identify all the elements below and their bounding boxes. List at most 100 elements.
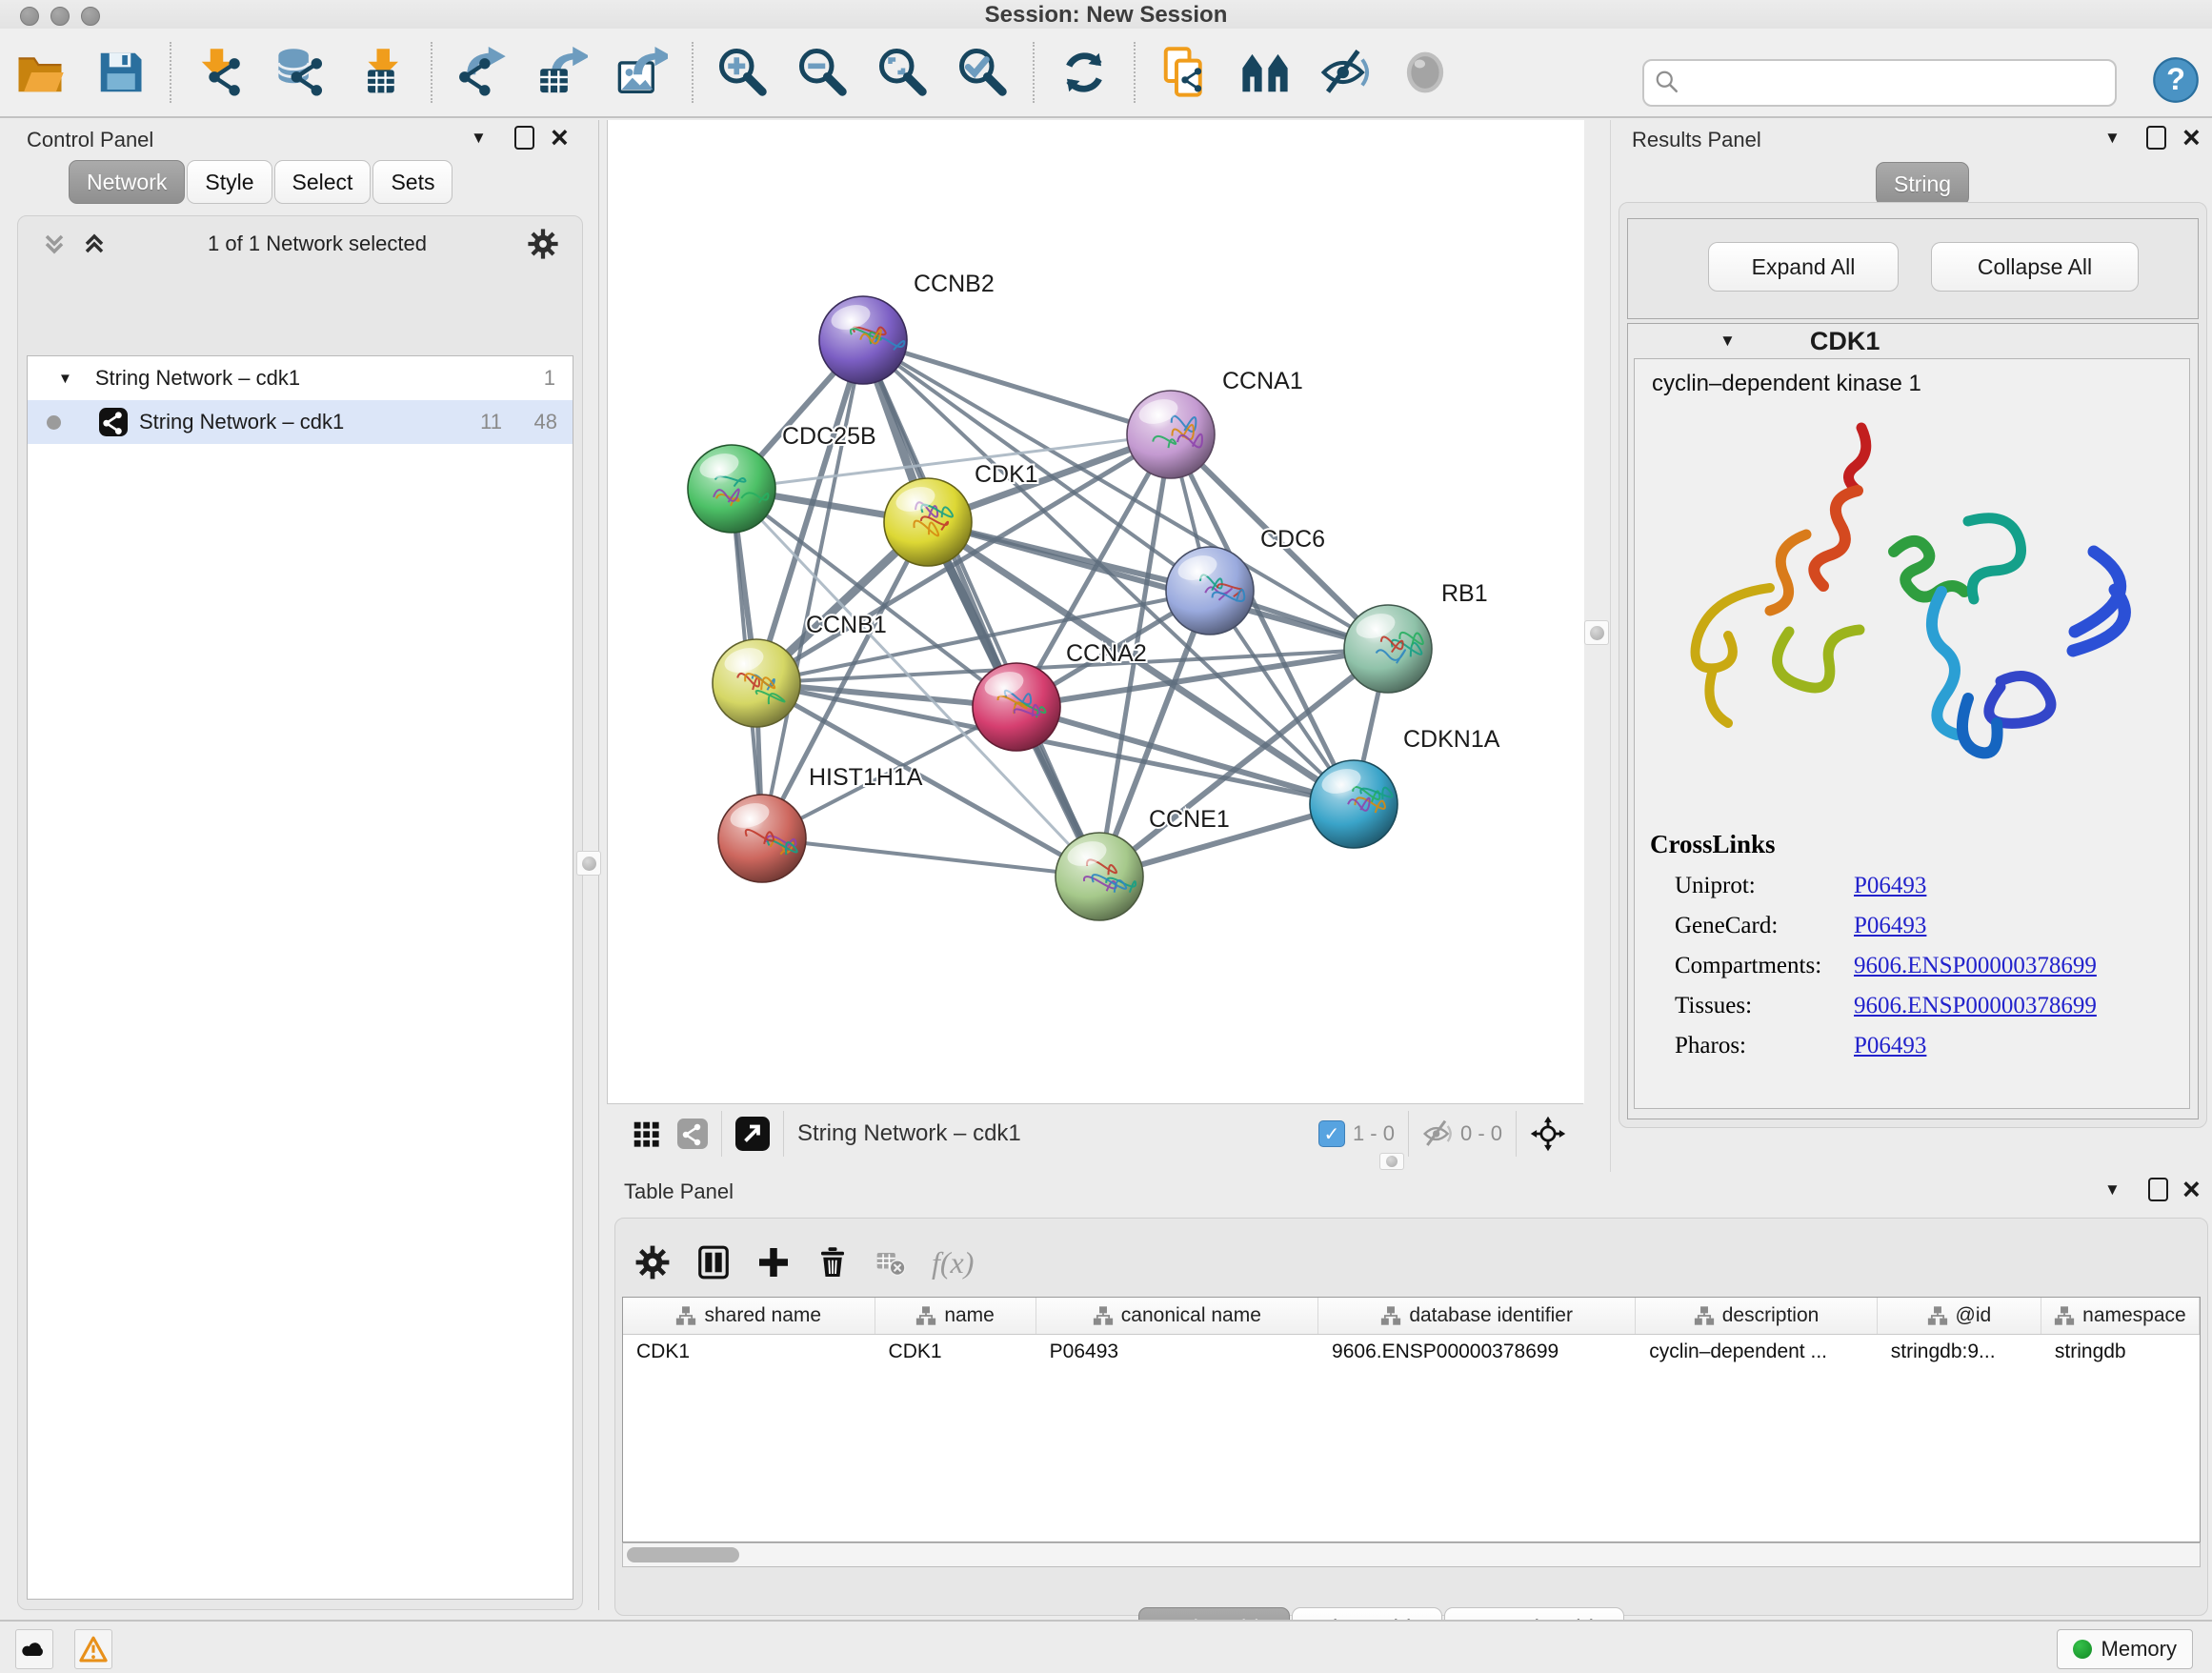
import-network-file-button[interactable]: [192, 42, 250, 103]
panel-menu-icon[interactable]: ▼: [2104, 129, 2121, 148]
table-cell[interactable]: 9606.ENSP00000378699: [1318, 1340, 1636, 1363]
open-session-button[interactable]: [11, 42, 69, 103]
node-CDC6[interactable]: [1166, 547, 1254, 635]
panel-close-icon[interactable]: ×: [2182, 1179, 2201, 1199]
table-cell[interactable]: cyclin–dependent ...: [1636, 1340, 1878, 1363]
crosslink-link[interactable]: 9606.ENSP00000378699: [1854, 953, 2097, 979]
collapse-all-chevron-icon[interactable]: [41, 231, 68, 257]
column-header-namespace[interactable]: namespace: [2041, 1298, 2200, 1334]
birdseye-share-icon[interactable]: [677, 1119, 708, 1149]
tab-select[interactable]: Select: [274, 160, 372, 204]
fit-crosshair-icon[interactable]: [1530, 1116, 1566, 1152]
network-graph[interactable]: CCNB2CCNA1CDC25BCDK1CDC6RB1CCNB1CCNA2CDK…: [608, 120, 1584, 1103]
expand-all-button[interactable]: Expand All: [1708, 242, 1899, 292]
table-cell[interactable]: P06493: [1036, 1340, 1318, 1363]
toolbar-divider: [1033, 42, 1035, 103]
gene-section-header[interactable]: ▼ CDK1: [1628, 324, 2198, 358]
zoom-selected-button[interactable]: [955, 42, 1012, 103]
apply-layout-button[interactable]: [1056, 42, 1113, 103]
search-input[interactable]: [1692, 70, 2115, 96]
crosslink-link[interactable]: 9606.ENSP00000378699: [1854, 993, 2097, 1019]
panel-menu-icon[interactable]: ▼: [2104, 1180, 2121, 1199]
crosslinks-heading: CrossLinks: [1650, 830, 2097, 859]
collapse-all-button[interactable]: Collapse All: [1931, 242, 2139, 292]
node-CDKN1A[interactable]: [1310, 760, 1398, 848]
add-column-icon[interactable]: [756, 1245, 791, 1280]
table-row[interactable]: CDK1CDK1P064939606.ENSP00000378699cyclin…: [623, 1335, 2200, 1369]
column-header-description[interactable]: description: [1636, 1298, 1878, 1334]
hide-selected-button[interactable]: [1317, 42, 1374, 103]
panel-menu-icon[interactable]: ▼: [471, 129, 487, 148]
scrollbar-thumb[interactable]: [627, 1547, 739, 1562]
table-cell[interactable]: stringdb: [2041, 1340, 2200, 1363]
edge-CCNE1-HIST1H1A[interactable]: [762, 838, 1099, 877]
clone-network-button[interactable]: [1156, 42, 1214, 103]
crosslink-label: GeneCard:: [1675, 913, 1854, 939]
network-options-gear-icon[interactable]: [527, 228, 559, 260]
panel-float-icon[interactable]: [514, 126, 534, 150]
node-HIST1H1A[interactable]: [718, 795, 806, 882]
table-cell[interactable]: CDK1: [623, 1340, 875, 1363]
column-header-canonical-name[interactable]: canonical name: [1036, 1298, 1318, 1334]
grid-view-icon[interactable]: [632, 1119, 660, 1148]
bottom-splitter-grip[interactable]: [1379, 1153, 1404, 1170]
selected-nodes-checkbox[interactable]: ✓: [1318, 1120, 1345, 1147]
tab-network[interactable]: Network: [69, 160, 185, 204]
first-neighbors-button[interactable]: [1237, 42, 1294, 103]
delete-column-icon[interactable]: [815, 1245, 850, 1280]
memory-button[interactable]: Memory: [2057, 1629, 2193, 1669]
panel-close-icon[interactable]: ×: [551, 128, 569, 147]
column-header-shared-name[interactable]: shared name: [623, 1298, 875, 1334]
table-cell[interactable]: CDK1: [875, 1340, 1036, 1363]
network-canvas[interactable]: CCNB2CCNA1CDC25BCDK1CDC6RB1CCNB1CCNA2CDK…: [607, 120, 1584, 1103]
tree-expand-icon[interactable]: ▼: [58, 371, 72, 387]
table-hscrollbar[interactable]: [622, 1542, 2201, 1567]
tab-sets[interactable]: Sets: [372, 160, 452, 204]
crosslink-link[interactable]: P06493: [1854, 1033, 1926, 1059]
node-CDK1[interactable]: [884, 478, 972, 566]
import-table-file-button[interactable]: [352, 42, 410, 103]
node-label-CCNE1: CCNE1: [1149, 806, 1230, 833]
crosslink-link[interactable]: P06493: [1854, 913, 1926, 939]
expand-all-chevron-icon[interactable]: [81, 231, 108, 257]
open-in-window-icon[interactable]: [735, 1117, 770, 1151]
edge-CCNB2-CCNA1[interactable]: [863, 340, 1171, 434]
node-CCNE1[interactable]: [1056, 833, 1143, 920]
node-CCNB1[interactable]: [713, 639, 800, 727]
panel-float-icon[interactable]: [2146, 126, 2166, 150]
collection-count: 1: [544, 366, 555, 391]
column-header-@id[interactable]: @id: [1878, 1298, 2041, 1334]
zoom-fit-button[interactable]: [875, 42, 932, 103]
panel-float-icon[interactable]: [2148, 1178, 2168, 1201]
zoom-out-button[interactable]: [794, 42, 852, 103]
import-network-database-button[interactable]: [272, 42, 330, 103]
export-table-button[interactable]: [533, 42, 591, 103]
network-tree-root-row[interactable]: ▼ String Network – cdk1 1: [28, 356, 573, 400]
table-gear-icon[interactable]: [634, 1244, 671, 1280]
warnings-button[interactable]: [74, 1629, 112, 1669]
tab-style[interactable]: Style: [187, 160, 271, 204]
panel-close-icon[interactable]: ×: [2182, 128, 2201, 147]
right-splitter-grip[interactable]: [1584, 620, 1609, 645]
show-columns-icon[interactable]: [695, 1244, 732, 1280]
export-image-button[interactable]: [613, 42, 671, 103]
node-CCNB2[interactable]: [819, 296, 907, 384]
table-cell[interactable]: stringdb:9...: [1878, 1340, 2041, 1363]
network-tree-row[interactable]: String Network – cdk1 11 48: [28, 400, 573, 444]
cloud-button[interactable]: [15, 1629, 53, 1669]
crosslink-link[interactable]: P06493: [1854, 873, 1926, 899]
column-header-database-identifier[interactable]: database identifier: [1318, 1298, 1636, 1334]
help-icon: ?: [2151, 55, 2201, 105]
zoom-in-button[interactable]: [714, 42, 772, 103]
help-button[interactable]: ?: [2151, 55, 2201, 110]
tab-string[interactable]: String: [1876, 162, 1969, 206]
node-CCNA1[interactable]: [1127, 391, 1215, 478]
column-header-name[interactable]: name: [875, 1298, 1036, 1334]
save-session-button[interactable]: [91, 42, 149, 103]
node-RB1[interactable]: [1344, 605, 1432, 693]
node-CCNA2[interactable]: [973, 663, 1060, 751]
node-CDC25B[interactable]: [688, 445, 775, 533]
export-network-button[interactable]: [453, 42, 511, 103]
left-splitter-grip[interactable]: [576, 851, 601, 876]
section-collapse-icon[interactable]: ▼: [1719, 332, 1736, 351]
